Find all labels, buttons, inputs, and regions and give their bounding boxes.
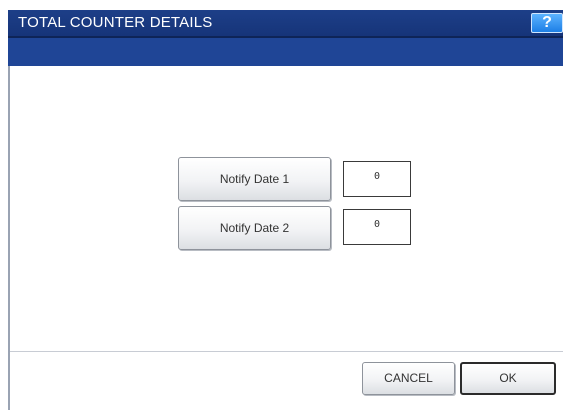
notify-date-1-value: 0	[343, 161, 411, 197]
notify-date-1-button[interactable]: Notify Date 1	[178, 157, 331, 201]
total-counter-details-screen: TOTAL COUNTER DETAILS ? Notify Date 1 0 …	[0, 0, 563, 410]
cancel-button[interactable]: CANCEL	[362, 362, 455, 395]
title-bar: TOTAL COUNTER DETAILS ?	[8, 10, 563, 38]
window-title: TOTAL COUNTER DETAILS	[18, 14, 213, 31]
help-button[interactable]: ?	[531, 13, 563, 33]
notify-date-2-value: 0	[343, 209, 411, 245]
help-icon: ?	[542, 14, 552, 31]
notify-date-2-button[interactable]: Notify Date 2	[178, 206, 331, 250]
header-band	[8, 38, 563, 66]
ok-button[interactable]: OK	[460, 362, 556, 395]
